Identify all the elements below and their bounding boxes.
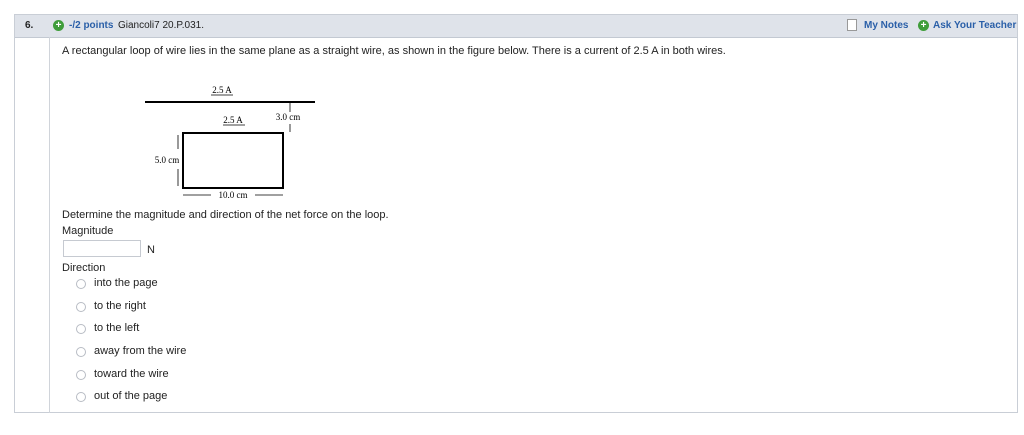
magnitude-input[interactable] <box>63 240 141 257</box>
option-label: toward the wire <box>94 368 169 380</box>
option-out-of-page[interactable]: out of the page <box>76 390 276 406</box>
question-id: Giancoli7 20.P.031. <box>118 20 204 31</box>
notes-icon[interactable] <box>847 19 857 31</box>
height-label: 5.0 cm <box>155 155 180 165</box>
question-card: 6. + -/2 points Giancoli7 20.P.031. My N… <box>14 14 1018 413</box>
radio-button[interactable] <box>76 392 86 402</box>
radio-button[interactable] <box>76 347 86 357</box>
option-label: out of the page <box>94 390 168 402</box>
ask-teacher-plus-icon[interactable]: + <box>918 20 929 31</box>
direction-label: Direction <box>62 262 106 274</box>
question-header: 6. + -/2 points Giancoli7 20.P.031. My N… <box>15 15 1017 38</box>
wire-current-label: 2.5 A <box>212 85 232 95</box>
option-away-from-wire[interactable]: away from the wire <box>76 345 276 361</box>
question-prompt: A rectangular loop of wire lies in the s… <box>62 45 726 57</box>
radio-button[interactable] <box>76 324 86 334</box>
option-label: to the right <box>94 300 146 312</box>
option-label: away from the wire <box>94 345 187 357</box>
rectangular-loop <box>182 132 284 189</box>
gap-label: 3.0 cm <box>276 112 301 122</box>
width-label: 10.0 cm <box>219 190 248 200</box>
ask-teacher-link[interactable]: Ask Your Teacher <box>933 20 1016 31</box>
loop-current-label: 2.5 A <box>223 115 243 125</box>
option-into-page[interactable]: into the page <box>76 277 276 293</box>
option-to-left[interactable]: to the left <box>76 322 276 338</box>
wire-loop-figure: 2.5 A 3.0 cm 2.5 A 5.0 cm 10.0 cm <box>145 85 315 200</box>
option-label: into the page <box>94 277 158 289</box>
option-toward-wire[interactable]: toward the wire <box>76 368 276 384</box>
question-number: 6. <box>25 20 34 31</box>
radio-button[interactable] <box>76 279 86 289</box>
radio-button[interactable] <box>76 370 86 380</box>
radio-button[interactable] <box>76 302 86 312</box>
option-to-right[interactable]: to the right <box>76 300 276 316</box>
magnitude-label: Magnitude <box>62 225 114 237</box>
my-notes-link[interactable]: My Notes <box>864 20 908 31</box>
option-label: to the left <box>94 322 140 334</box>
question-body: A rectangular loop of wire lies in the s… <box>49 37 1017 413</box>
points-label: -/2 points <box>69 20 114 31</box>
magnitude-unit: N <box>147 244 155 256</box>
question-ask: Determine the magnitude and direction of… <box>62 209 389 221</box>
expand-plus-icon[interactable]: + <box>53 20 64 31</box>
